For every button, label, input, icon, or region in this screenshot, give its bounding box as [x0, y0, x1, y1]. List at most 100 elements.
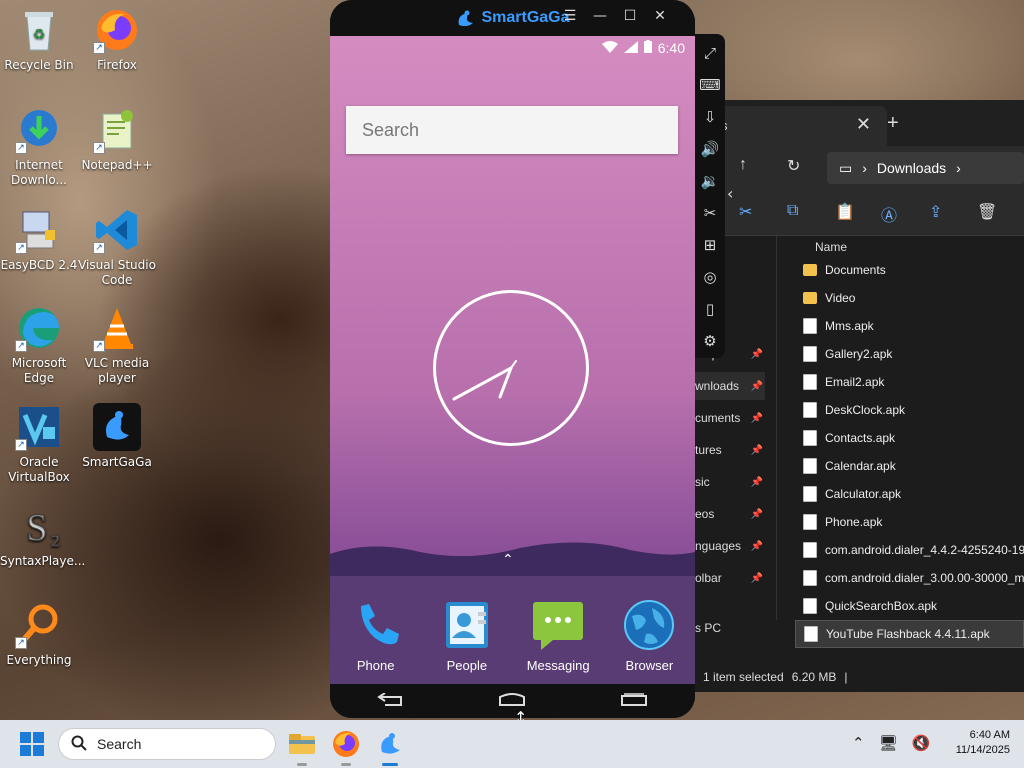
- dock-app-phone[interactable]: Phone: [336, 598, 416, 684]
- pin-icon: 📌: [750, 380, 763, 392]
- explorer-tab[interactable]: s ✕: [715, 106, 887, 146]
- nav-item-music[interactable]: sic 📌: [695, 468, 765, 496]
- close-icon[interactable]: ✕: [653, 8, 667, 24]
- desktop-icon-virtualbox[interactable]: ↗ Oracle VirtualBox: [0, 403, 78, 485]
- maximize-icon[interactable]: ☐: [623, 8, 637, 24]
- screenshot-icon[interactable]: ✂: [704, 200, 717, 226]
- list-item[interactable]: Email2.apk: [795, 368, 1024, 396]
- list-item[interactable]: QuickSearchBox.apk: [795, 592, 1024, 620]
- nav-item-documents[interactable]: cuments 📌: [695, 404, 765, 432]
- dock-app-people[interactable]: People: [427, 598, 507, 684]
- smartgaga-title-bar[interactable]: SmartGaGa ☰ — ☐ ✕: [330, 0, 695, 36]
- shortcut-arrow-icon: ↗: [93, 242, 105, 254]
- fullscreen-icon[interactable]: ⤢: [704, 40, 716, 66]
- multi-instance-icon[interactable]: ⊞: [704, 232, 717, 258]
- file-icon: [803, 458, 817, 474]
- list-item[interactable]: com.android.dialer_4.4.2-4255240-19_r: [795, 536, 1024, 564]
- desktop-icon-idm[interactable]: ↗ Internet Downlo...: [0, 106, 78, 188]
- close-tab-icon[interactable]: ✕: [856, 114, 871, 135]
- settings-icon[interactable]: ⚙: [703, 328, 716, 354]
- desktop-icon-recycle-bin[interactable]: ♻ Recycle Bin: [0, 6, 78, 73]
- new-tab-icon[interactable]: +: [887, 112, 899, 135]
- volume-up-icon[interactable]: 🔊: [701, 136, 720, 162]
- list-item[interactable]: Calendar.apk: [795, 452, 1024, 480]
- back-icon[interactable]: [377, 691, 405, 711]
- desktop-icon-vscode[interactable]: ↗ Visual Studio Code: [78, 206, 156, 288]
- desktop-icon-notepadpp[interactable]: ↗ Notepad++: [78, 106, 156, 173]
- nav-item-languages[interactable]: nguages 📌: [695, 532, 765, 560]
- file-name: com.android.dialer_4.4.2-4255240-19_r: [825, 543, 1024, 557]
- menu-icon[interactable]: ☰: [563, 8, 577, 24]
- desktop-icon-edge[interactable]: ↗ Microsoft Edge: [0, 304, 78, 386]
- recents-icon[interactable]: [620, 692, 648, 711]
- nav-item-toolbar[interactable]: olbar 📌: [695, 564, 765, 592]
- list-item[interactable]: Documents: [795, 256, 1024, 284]
- column-header-name[interactable]: Name: [815, 240, 847, 254]
- taskbar-app-file-explorer[interactable]: [286, 728, 318, 766]
- paste-icon[interactable]: 📋: [835, 202, 855, 222]
- network-icon[interactable]: 🖥: [879, 734, 898, 752]
- shake-icon[interactable]: ▯: [706, 296, 714, 322]
- desktop-icon-label: VLC media player: [84, 356, 150, 385]
- breadcrumb-downloads[interactable]: Downloads: [877, 160, 946, 176]
- install-apk-icon[interactable]: ⇩: [704, 104, 717, 130]
- taskbar-app-smartgaga[interactable]: [374, 728, 406, 766]
- list-item[interactable]: DeskClock.apk: [795, 396, 1024, 424]
- up-arrow-icon[interactable]: ↑: [739, 156, 747, 174]
- file-icon: [803, 570, 817, 586]
- minimize-icon[interactable]: —: [593, 8, 607, 24]
- nav-item-pictures[interactable]: tures 📌: [695, 436, 765, 464]
- list-item[interactable]: com.android.dialer_3.00.00-30000_min: [795, 564, 1024, 592]
- nav-item-videos[interactable]: eos 📌: [695, 500, 765, 528]
- folder-icon: [803, 264, 817, 276]
- copy-icon[interactable]: ⧉: [787, 202, 798, 220]
- nav-item-label: tures: [695, 443, 722, 457]
- signal-icon: [623, 40, 638, 56]
- android-home-screen[interactable]: 6:40 Search ⌃ Phone People Messaging Bro…: [330, 36, 695, 684]
- address-bar[interactable]: ▭ › Downloads ›: [827, 152, 1024, 184]
- delete-icon[interactable]: 🗑: [977, 202, 997, 222]
- list-item[interactable]: Phone.apk: [795, 508, 1024, 536]
- nav-item-this-pc[interactable]: s PC: [695, 614, 765, 642]
- file-name: Contacts.apk: [825, 431, 896, 445]
- desktop-icon-smartgaga[interactable]: SmartGaGa: [78, 403, 156, 470]
- desktop-icon-firefox[interactable]: ↗ Firefox: [78, 6, 156, 73]
- file-icon: [803, 486, 817, 502]
- google-search-bar[interactable]: Search: [346, 106, 678, 154]
- rename-icon[interactable]: Ⓐ: [881, 202, 897, 226]
- toolbar-collapse-icon[interactable]: ‹: [727, 184, 733, 203]
- cut-icon[interactable]: ✂: [739, 202, 752, 222]
- list-item-selected[interactable]: YouTube Flashback 4.4.11.apk: [795, 620, 1024, 648]
- volume-down-icon[interactable]: 🔉: [701, 168, 720, 194]
- desktop-icon-vlc[interactable]: ↗ VLC media player: [78, 304, 156, 386]
- location-icon[interactable]: ◎: [703, 264, 716, 290]
- list-item[interactable]: Video: [795, 284, 1024, 312]
- virtualbox-icon: ↗: [15, 403, 63, 451]
- desktop-icon-syntaxplayer[interactable]: S2 SyntaxPlaye...: [0, 502, 85, 569]
- analog-clock-widget[interactable]: [433, 290, 589, 446]
- refresh-icon[interactable]: ↻: [787, 156, 800, 176]
- desktop-icon-easybcd[interactable]: ↗ EasyBCD 2.4: [0, 206, 78, 273]
- volume-muted-icon[interactable]: 🔇: [912, 734, 931, 752]
- taskbar-app-firefox[interactable]: [330, 728, 362, 766]
- taskbar-clock[interactable]: 6:40 AM 11/14/2025: [940, 728, 1010, 758]
- dock-app-messaging[interactable]: Messaging: [518, 598, 598, 684]
- list-item[interactable]: Calculator.apk: [795, 480, 1024, 508]
- wifi-icon: [601, 40, 618, 56]
- edge-icon: ↗: [15, 304, 63, 352]
- nav-item-downloads[interactable]: wnloads 📌: [695, 372, 765, 400]
- app-drawer-arrow-icon[interactable]: ⌃: [502, 552, 514, 568]
- taskbar-search[interactable]: Search: [58, 728, 276, 760]
- desktop-icon-everything[interactable]: ↗ Everything: [0, 601, 78, 668]
- list-item[interactable]: Gallery2.apk: [795, 340, 1024, 368]
- chevron-up-icon[interactable]: ⌃: [852, 734, 865, 752]
- dock-app-browser[interactable]: Browser: [609, 598, 689, 684]
- keyboard-icon[interactable]: ⌨: [699, 72, 721, 98]
- list-item[interactable]: Contacts.apk: [795, 424, 1024, 452]
- start-button[interactable]: [20, 732, 44, 756]
- share-icon[interactable]: ⇪: [929, 202, 942, 222]
- list-item[interactable]: Mms.apk: [795, 312, 1024, 340]
- folder-icon: [803, 292, 817, 304]
- file-list: Name Documents Video Mms.apk Gallery2.ap…: [795, 236, 1024, 620]
- desktop-icon-label: Firefox: [97, 58, 137, 72]
